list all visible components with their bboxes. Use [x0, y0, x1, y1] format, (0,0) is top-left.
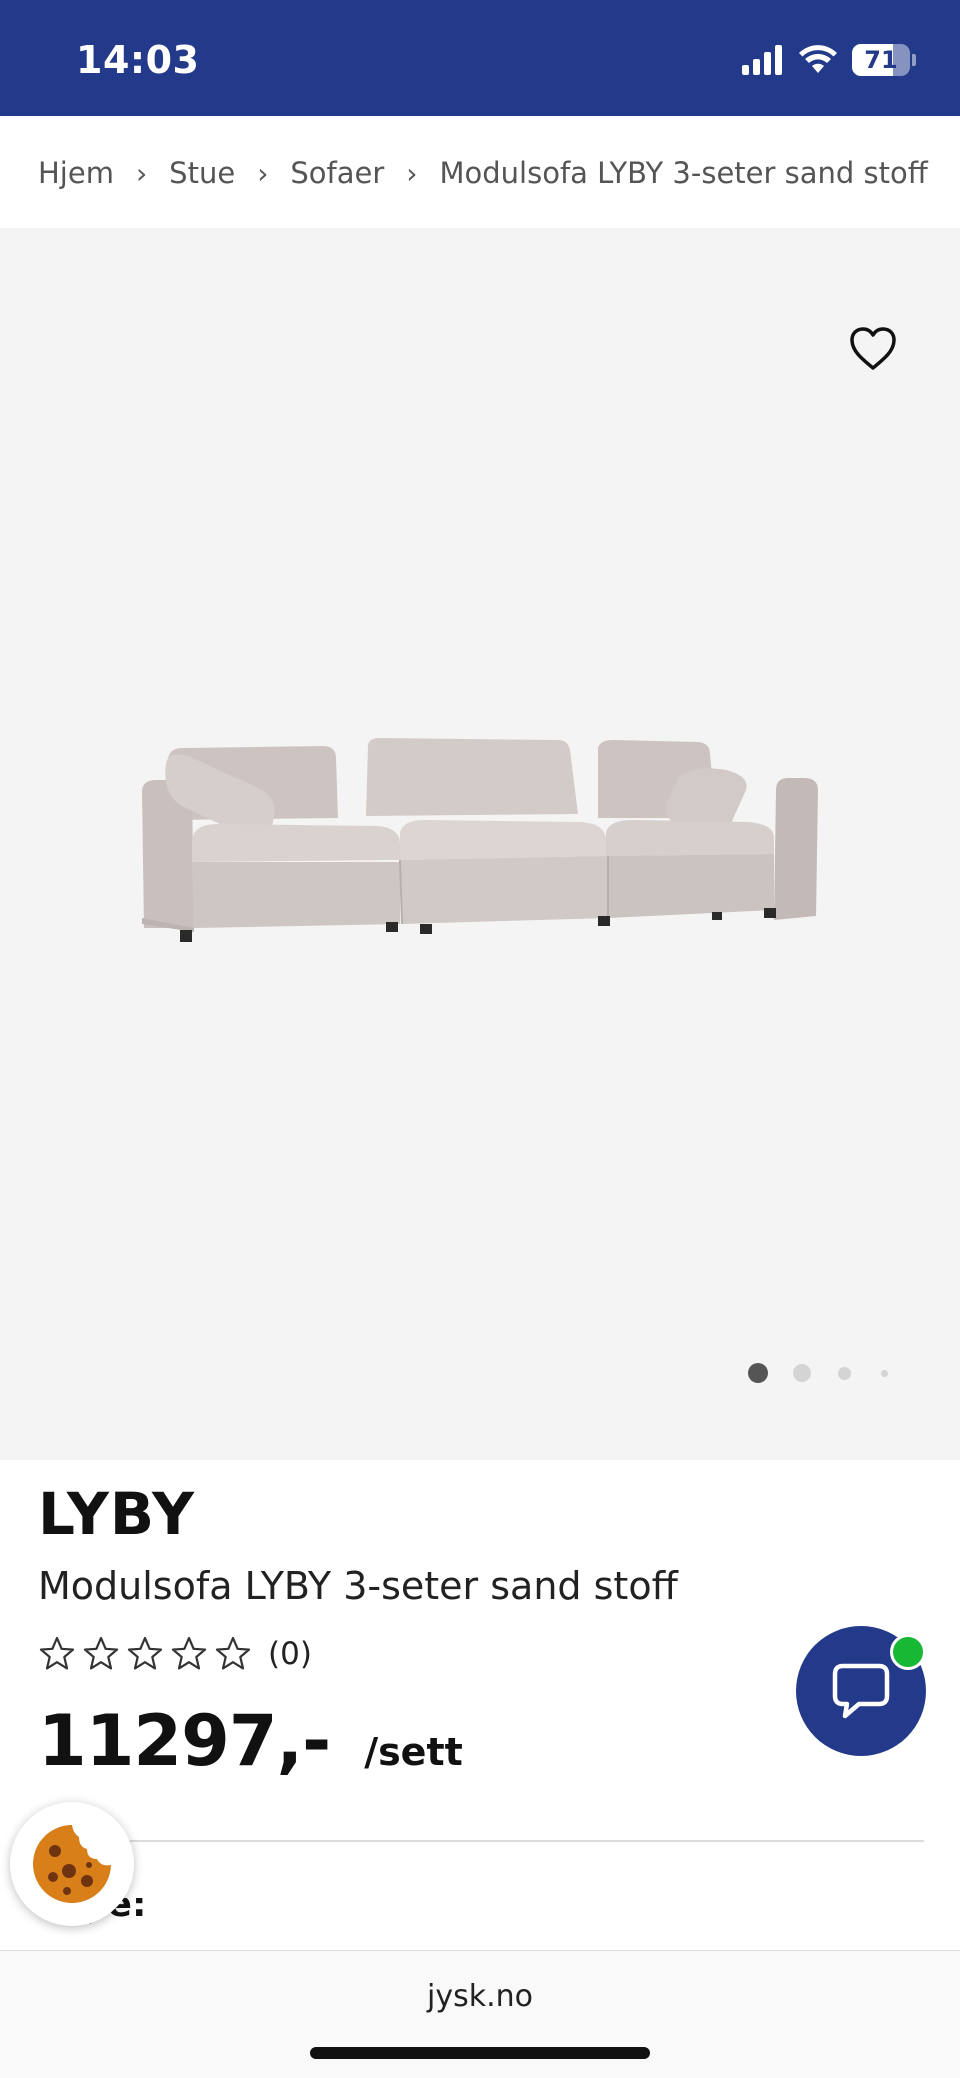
gallery-dot[interactable] — [838, 1366, 851, 1380]
breadcrumb-item-stue[interactable]: Stue — [169, 156, 235, 190]
price-unit: /sett — [364, 1730, 463, 1774]
breadcrumb-separator: › — [135, 156, 148, 190]
gallery-dot[interactable] — [881, 1369, 888, 1377]
rating-count: (0) — [268, 1636, 312, 1672]
battery-percent: 71 — [864, 46, 898, 74]
url-field[interactable]: jysk.no — [0, 1979, 960, 2014]
status-icons: 71 — [742, 42, 916, 78]
breadcrumb-separator: › — [406, 156, 418, 190]
browser-bar: jysk.no — [0, 1950, 960, 2078]
sofa-image — [142, 738, 818, 942]
status-bar: 14:03 71 — [0, 0, 960, 116]
cookie-icon — [33, 1825, 112, 1903]
gallery-dot[interactable] — [748, 1363, 768, 1383]
chat-online-indicator — [890, 1634, 926, 1670]
home-indicator[interactable] — [310, 2047, 650, 2059]
gallery-dot[interactable] — [793, 1364, 811, 1382]
star-icon — [39, 1636, 75, 1670]
status-time: 14:03 — [76, 38, 200, 82]
divider — [118, 1840, 924, 1842]
heart-outline-icon[interactable] — [848, 324, 898, 374]
product-rating[interactable]: (0) — [38, 1632, 312, 1676]
product-name: Modulsofa LYBY 3-seter sand stoff — [38, 1564, 678, 1608]
star-icon — [215, 1636, 251, 1670]
breadcrumb-separator: › — [257, 156, 269, 190]
battery-tip — [912, 54, 916, 66]
breadcrumb-item-home[interactable]: Hjem — [38, 156, 114, 190]
battery-icon: 71 — [852, 44, 910, 76]
breadcrumb: Hjem › Stue › Sofaer › Modulsofa LYBY 3-… — [38, 120, 938, 226]
cookie-settings-button[interactable] — [10, 1802, 134, 1926]
chat-bubble-icon — [832, 1663, 890, 1719]
product-image-gallery[interactable] — [0, 228, 960, 1460]
breadcrumb-item-sofaer[interactable]: Sofaer — [290, 156, 384, 190]
star-icon — [83, 1636, 119, 1670]
price-row: 11297,- /sett — [38, 1700, 463, 1782]
breadcrumb-item-current: Modulsofa LYBY 3-seter sand stoff — [439, 156, 928, 190]
product-brand: LYBY — [38, 1480, 195, 1548]
cellular-signal-icon — [742, 45, 782, 75]
product-price: 11297,- — [38, 1700, 331, 1782]
wifi-icon — [799, 45, 837, 73]
star-icon — [171, 1636, 207, 1670]
gallery-pagination — [748, 1363, 888, 1383]
star-icon — [127, 1636, 163, 1670]
